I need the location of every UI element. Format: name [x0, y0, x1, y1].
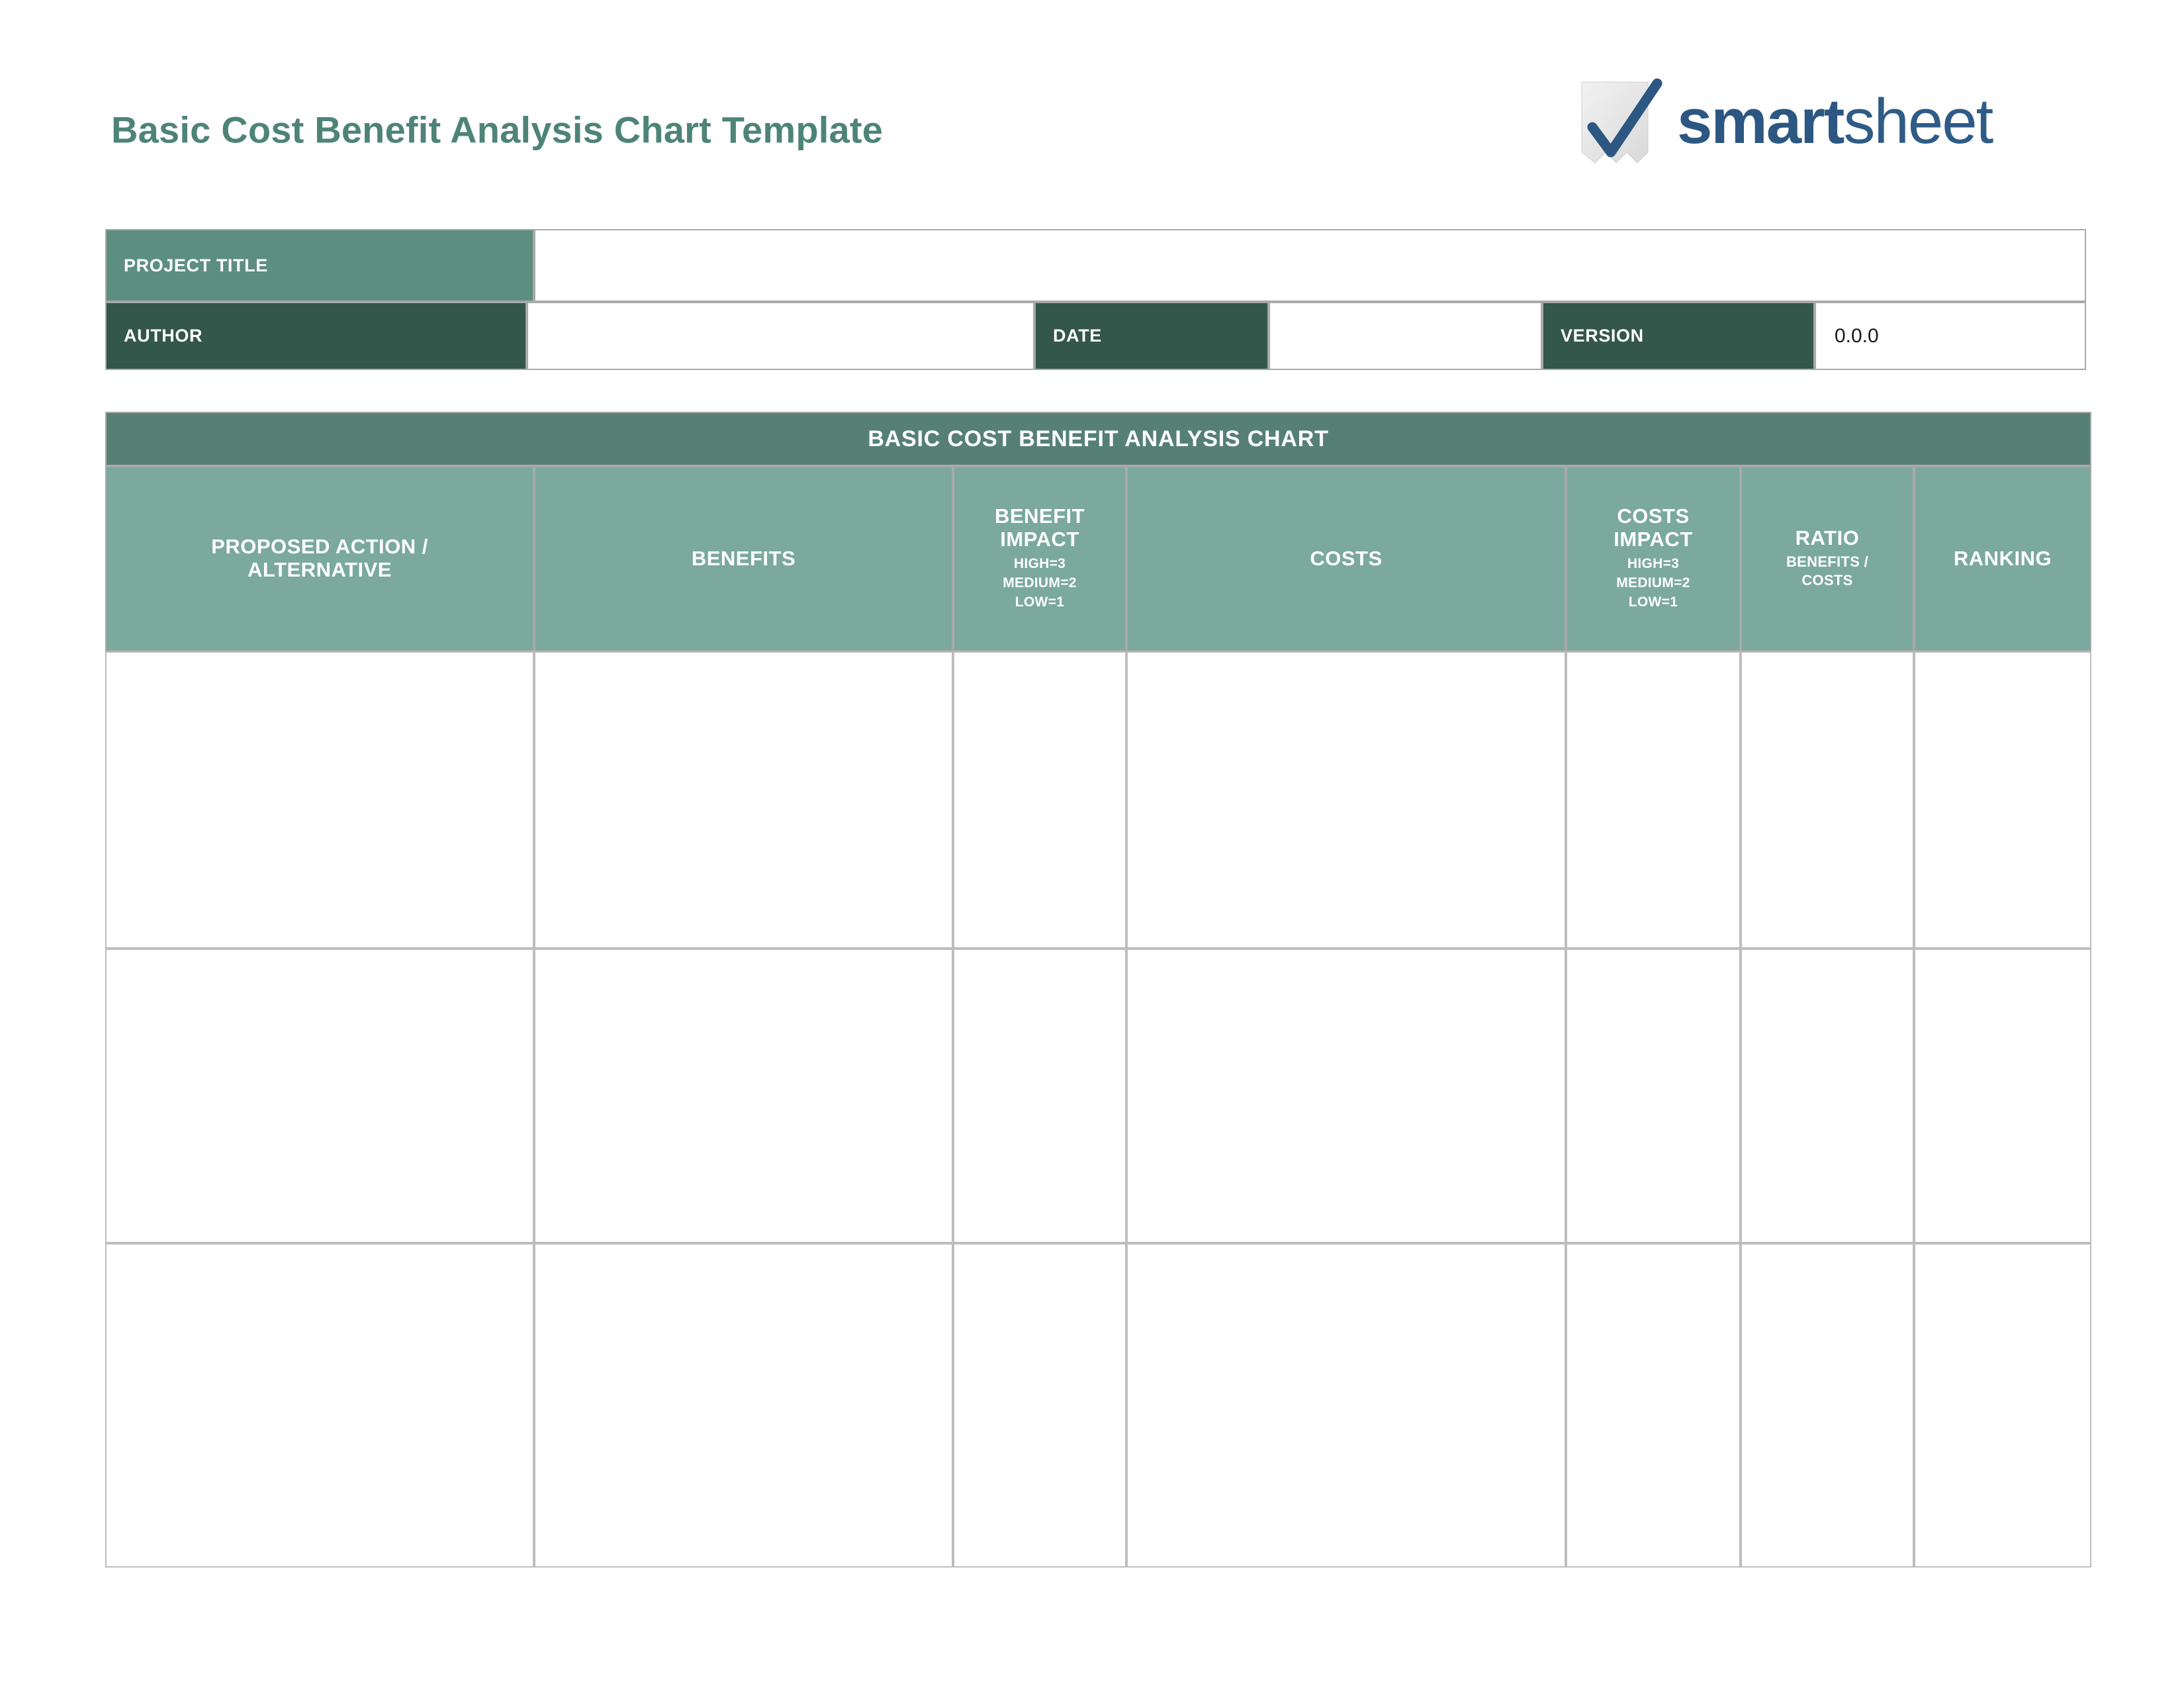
col-sub-benefits: BENEFITS /	[1786, 553, 1868, 572]
author-input[interactable]	[527, 302, 1034, 370]
col-sub-high: HIGH=3	[1014, 555, 1066, 574]
cell-ratio[interactable]	[1741, 949, 1914, 1243]
cell-ranking[interactable]	[1914, 949, 2091, 1243]
cell-costs-impact[interactable]	[1566, 1243, 1741, 1568]
column-header-ratio: RATIO BENEFITS / COSTS	[1741, 466, 1914, 651]
cell-benefit-impact[interactable]	[953, 651, 1126, 949]
col-sub-medium: MEDIUM=2	[1003, 574, 1077, 593]
col-title-line1: RANKING	[1954, 547, 2052, 571]
col-title-line1: BENEFIT	[995, 505, 1085, 528]
cell-ranking[interactable]	[1914, 651, 2091, 949]
logo-word-sheet: sheet	[1843, 86, 1992, 157]
col-title-line1: RATIO	[1796, 527, 1860, 550]
cell-costs[interactable]	[1126, 949, 1566, 1243]
col-title-line2: ALTERNATIVE	[248, 559, 392, 582]
author-label: AUTHOR	[105, 302, 527, 370]
project-title-input[interactable]	[534, 229, 2086, 302]
cell-benefits[interactable]	[534, 1243, 953, 1568]
column-header-proposed-action: PROPOSED ACTION / ALTERNATIVE	[105, 466, 534, 651]
cell-costs[interactable]	[1126, 1243, 1566, 1568]
column-header-ranking: RANKING	[1914, 466, 2091, 651]
smartsheet-wordmark: smartsheet	[1677, 90, 1992, 154]
cell-benefit-impact[interactable]	[953, 949, 1126, 1243]
chart-banner: BASIC COST BENEFIT ANALYSIS CHART	[105, 412, 2091, 466]
cell-costs[interactable]	[1126, 651, 1566, 949]
col-title-line1: COSTS	[1310, 547, 1382, 571]
cell-benefits[interactable]	[534, 949, 953, 1243]
column-header-costs: COSTS	[1126, 466, 1566, 651]
cell-costs-impact[interactable]	[1566, 651, 1741, 949]
col-sub-medium: MEDIUM=2	[1616, 574, 1690, 593]
column-header-benefit-impact: BENEFIT IMPACT HIGH=3 MEDIUM=2 LOW=1	[953, 466, 1126, 651]
page-title: Basic Cost Benefit Analysis Chart Templa…	[111, 109, 883, 152]
cell-ratio[interactable]	[1741, 1243, 1914, 1568]
checkmark-page-icon	[1576, 78, 1666, 168]
date-input[interactable]	[1269, 302, 1542, 370]
column-header-costs-impact: COSTS IMPACT HIGH=3 MEDIUM=2 LOW=1	[1566, 466, 1741, 651]
version-input[interactable]: 0.0.0	[1815, 302, 2086, 370]
cell-ratio[interactable]	[1741, 651, 1914, 949]
cell-costs-impact[interactable]	[1566, 949, 1741, 1243]
col-title-line1: BENEFITS	[692, 547, 796, 571]
cell-benefit-impact[interactable]	[953, 1243, 1126, 1568]
cell-proposed-action[interactable]	[105, 949, 534, 1243]
version-label: VERSION	[1542, 302, 1815, 370]
col-sub-costs: COSTS	[1801, 571, 1852, 590]
cell-proposed-action[interactable]	[105, 651, 534, 949]
col-sub-low: LOW=1	[1015, 593, 1064, 612]
cell-ranking[interactable]	[1914, 1243, 2091, 1568]
col-title-line2: IMPACT	[1000, 528, 1079, 551]
col-sub-high: HIGH=3	[1627, 555, 1679, 574]
logo-word-smart: smart	[1677, 86, 1843, 157]
smartsheet-logo: smartsheet	[1576, 78, 2099, 168]
page-header: Basic Cost Benefit Analysis Chart Templa…	[0, 0, 2184, 218]
col-title-line1: PROPOSED ACTION /	[211, 536, 428, 559]
cell-benefits[interactable]	[534, 651, 953, 949]
project-title-label: PROJECT TITLE	[105, 229, 534, 302]
col-title-line1: COSTS	[1617, 505, 1689, 528]
cell-proposed-action[interactable]	[105, 1243, 534, 1568]
date-label: DATE	[1034, 302, 1269, 370]
col-sub-low: LOW=1	[1629, 593, 1678, 612]
col-title-line2: IMPACT	[1614, 528, 1693, 551]
column-header-benefits: BENEFITS	[534, 466, 953, 651]
